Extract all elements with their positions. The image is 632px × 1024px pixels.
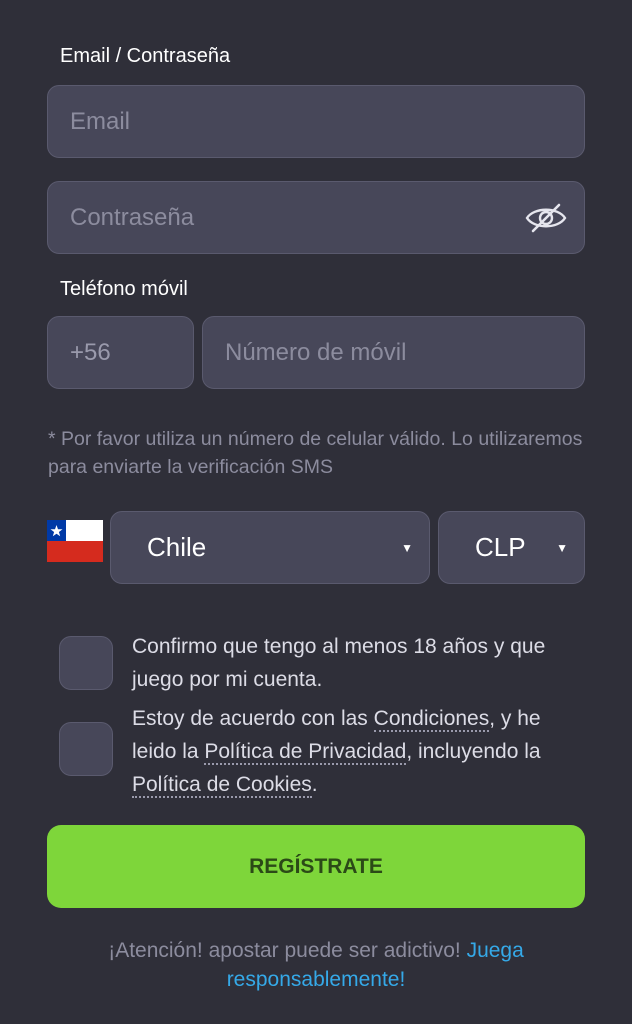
gambling-warning: ¡Atención! apostar puede ser adictivo! J… xyxy=(40,936,592,994)
terms-text-part: . xyxy=(311,773,318,796)
registration-panel: Email / Contraseña Teléfono móvil +56 * … xyxy=(0,0,632,1024)
email-field-wrapper xyxy=(47,85,585,158)
eye-slash-icon[interactable] xyxy=(524,203,568,233)
phone-prefix: +56 xyxy=(47,316,194,389)
terms-checkbox[interactable] xyxy=(59,722,113,776)
caret-down-icon: ▼ xyxy=(401,540,413,555)
conditions-link[interactable]: Condiciones xyxy=(373,707,490,732)
currency-select[interactable]: CLP ▼ xyxy=(438,511,585,584)
country-value: Chile xyxy=(147,532,207,562)
cookies-policy-link[interactable]: Política de Cookies xyxy=(132,773,312,798)
warning-text: ¡Atención! apostar puede ser adictivo! xyxy=(108,939,467,962)
email-section-label: Email / Contraseña xyxy=(60,45,231,67)
chile-flag-icon xyxy=(47,520,103,562)
phone-hint: * Por favor utiliza un número de celular… xyxy=(48,428,583,478)
caret-down-icon: ▼ xyxy=(556,540,568,555)
terms-text-part: Estoy de acuerdo con las xyxy=(132,707,374,730)
password-field-wrapper xyxy=(47,181,585,254)
country-select[interactable]: Chile ▼ xyxy=(110,511,430,584)
privacy-policy-link[interactable]: Política de Privacidad xyxy=(204,740,407,765)
terms-text: Estoy de acuerdo con las Condiciones, y … xyxy=(132,702,572,801)
password-input[interactable] xyxy=(48,182,584,253)
age-checkbox[interactable] xyxy=(59,636,113,690)
phone-field-wrapper xyxy=(202,316,585,389)
phone-number-input[interactable] xyxy=(203,317,584,388)
email-input[interactable] xyxy=(48,86,584,157)
register-button[interactable]: REGÍSTRATE xyxy=(47,825,585,908)
currency-value: CLP xyxy=(475,532,526,562)
terms-text-part: , incluyendo la xyxy=(406,740,541,763)
age-confirm-text: Confirmo que tengo al menos 18 años y qu… xyxy=(132,635,546,691)
phone-section-label: Teléfono móvil xyxy=(60,278,188,300)
